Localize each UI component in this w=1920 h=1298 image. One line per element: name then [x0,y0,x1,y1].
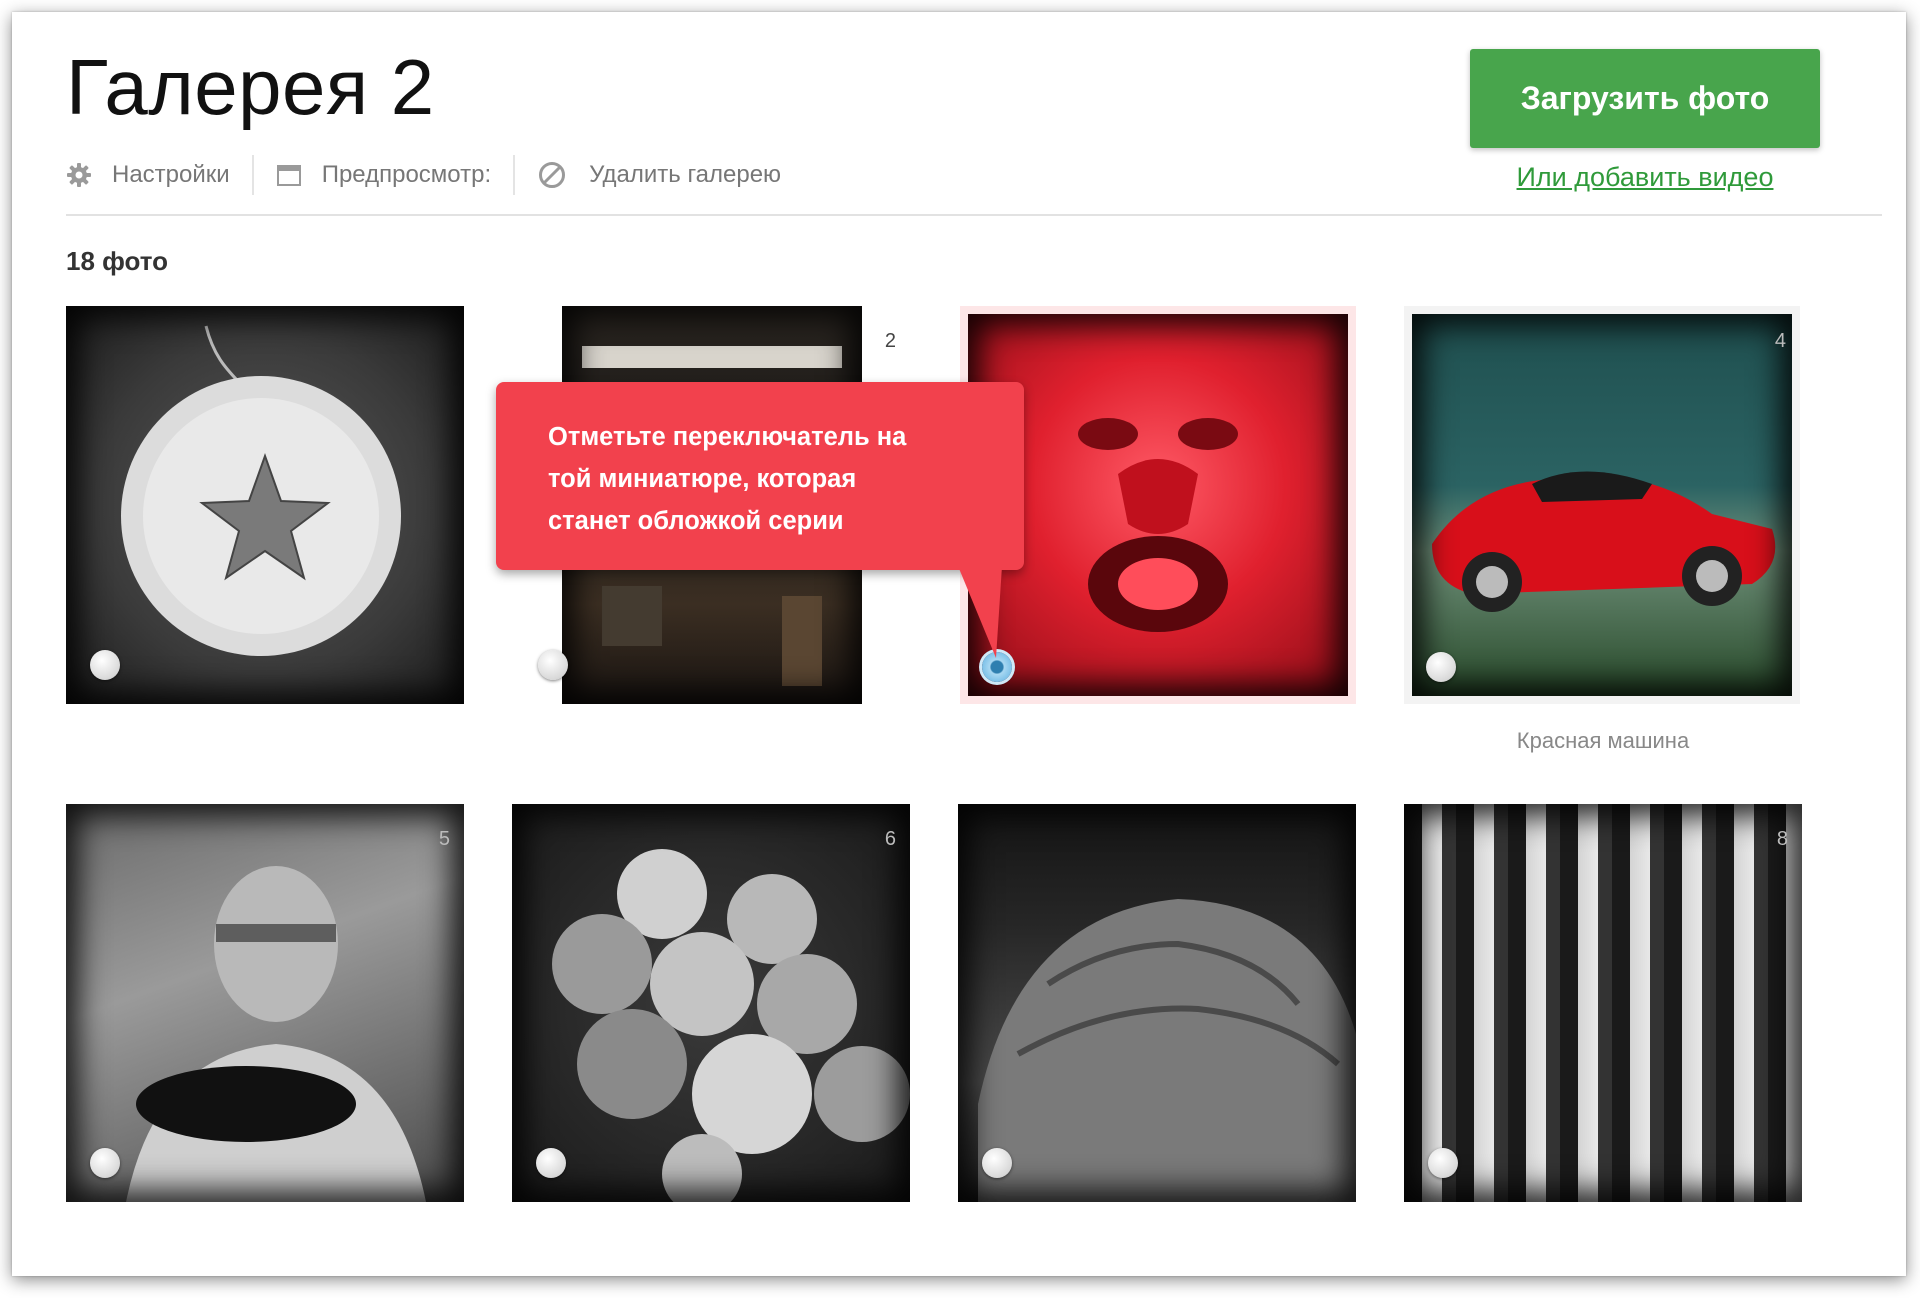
tooltip-pointer [958,566,1002,658]
red-lion-image [1078,418,1238,632]
photo-number: 8 [1776,828,1788,850]
photo-thumbnail[interactable]: 5 [66,804,464,1202]
gallery-toolbar: Настройки Предпросмотр: Удалить галерею [66,155,781,195]
cover-radio[interactable] [1426,652,1456,682]
photo-thumbnail[interactable]: 4 [1404,306,1800,704]
cover-radio[interactable] [90,1148,120,1178]
upload-photo-button[interactable]: Загрузить фото [1470,49,1820,148]
cover-hint-tooltip: Отметьте переключатель на той миниатюре,… [496,382,1024,570]
delete-gallery-label: Удалить галерею [589,161,782,188]
tooltip-line: той миниатюре, которая [548,465,857,493]
preview-link[interactable]: Предпросмотр: [276,155,491,195]
man-with-cat-photo [66,804,464,1202]
photo-thumbnail[interactable]: 6 [512,804,910,1202]
photo-number: 2 [884,330,896,352]
cover-radio[interactable] [538,650,568,680]
red-car-photo [1412,314,1792,696]
tooltip-line: станет обложкой серии [548,507,844,535]
delete-gallery-link[interactable]: Удалить галерею [537,155,781,195]
cover-radio[interactable] [1428,1148,1458,1178]
photo-number: 4 [1774,330,1786,352]
man-with-cat-image [126,866,426,1202]
window-icon [276,165,301,186]
toolbar-separator [513,155,516,195]
toolbar-separator [251,155,254,195]
preview-label: Предпросмотр: [321,161,492,188]
gear-icon [67,163,91,187]
red-car-image [1432,471,1776,612]
star-ornament-image [121,325,401,656]
prohibited-icon [539,162,566,188]
settings-label: Настройки [112,161,230,188]
photo-count: 18 фото [66,246,169,276]
cover-radio[interactable] [982,1148,1012,1178]
header-divider [66,214,1882,216]
photo-number: 5 [438,828,450,850]
curtains-photo [1404,804,1802,1202]
tortoise-image [978,899,1356,1202]
photo-thumbnail[interactable]: 8 [1404,804,1802,1202]
cover-radio[interactable] [90,650,120,680]
photo-thumbnail[interactable] [958,804,1356,1202]
photo-caption: Красная машина [1516,728,1690,753]
tooltip-line: Отметьте переключатель на [548,423,907,451]
photo-thumbnail[interactable] [66,306,464,704]
cover-radio[interactable] [536,1148,566,1178]
tortoise-photo [958,804,1356,1202]
gallery-title: Галерея 2 [66,43,435,131]
photo-number: 6 [884,828,896,850]
star-ornament-photo [66,306,464,704]
add-video-link[interactable]: Или добавить видео [1470,162,1820,193]
red-lion-photo [968,314,1348,696]
apples-image [552,849,910,1202]
settings-link[interactable]: Настройки [66,155,230,195]
apples-photo [512,804,910,1202]
